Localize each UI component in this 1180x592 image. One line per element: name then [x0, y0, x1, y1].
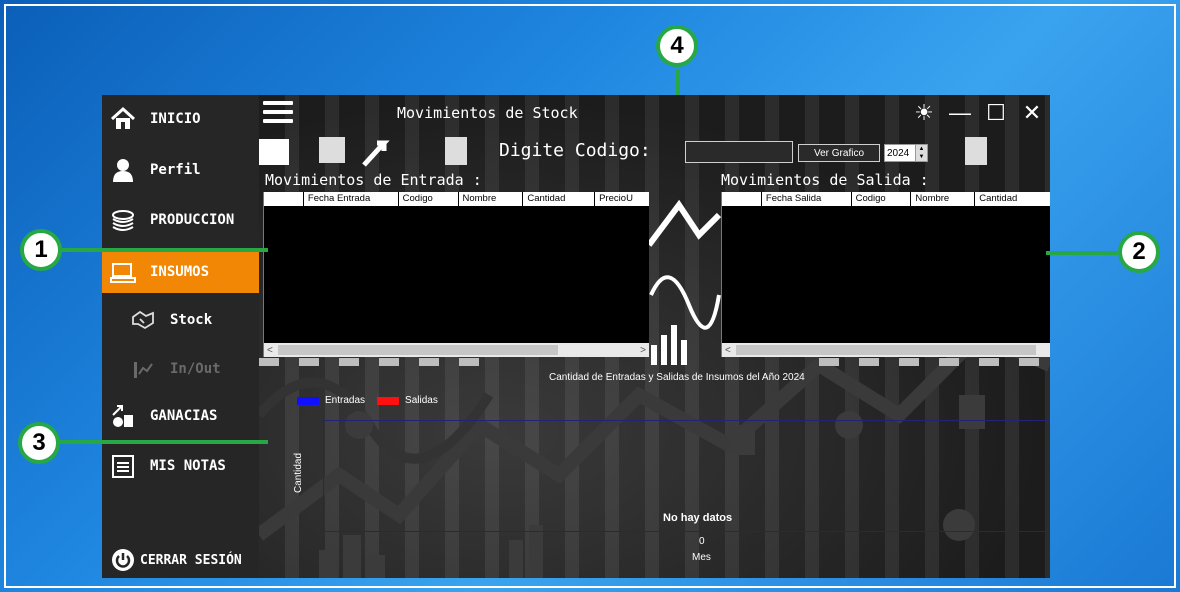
chart-empty-message: No hay datos	[663, 512, 733, 524]
sidebar-item-label: INICIO	[150, 111, 201, 127]
callout-3: 3	[18, 422, 60, 464]
sidebar-item-label: INSUMOS	[150, 264, 210, 280]
chart-x-tick: 0	[699, 536, 705, 547]
chart-y-axis-label: Cantidad	[293, 452, 304, 493]
callout-1-number: 1	[34, 236, 48, 263]
year-spinner[interactable]: 2024 ▲ ▼	[884, 144, 928, 162]
callout-1: 1	[20, 229, 62, 271]
chart-icon	[130, 356, 156, 382]
legend-label-entradas: Entradas	[325, 395, 366, 406]
logout-button[interactable]: CERRAR SESIÓN	[102, 539, 259, 578]
salida-title: Movimientos de Salida :	[721, 171, 929, 189]
sidebar-item-mis-notas[interactable]: MIS NOTAS	[102, 445, 259, 487]
minimize-icon[interactable]: —	[948, 101, 972, 125]
title-bar: Movimientos de Stock ☀ — ☐ ✕	[259, 95, 1050, 135]
scroll-left-icon[interactable]: <	[725, 345, 731, 356]
stack-icon	[110, 207, 136, 233]
salida-hscrollbar[interactable]: <	[722, 343, 1050, 357]
app-window: INICIO Perfil PRODUCCION INSUMOS Stock I…	[102, 95, 1050, 578]
legend-swatch-entradas	[297, 396, 319, 405]
legend-swatch-salidas	[377, 396, 400, 405]
close-icon[interactable]: ✕	[1020, 101, 1044, 125]
chart-title: Cantidad de Entradas y Salidas de Insumo…	[549, 372, 805, 383]
scroll-left-icon[interactable]: <	[267, 345, 273, 356]
sidebar-item-label: PRODUCCION	[150, 212, 235, 228]
column-header[interactable]: Cantidad	[975, 192, 1050, 206]
column-header[interactable]: Fecha Entrada	[304, 192, 399, 206]
legend-label-salidas: Salidas	[405, 395, 438, 406]
maximize-icon[interactable]: ☐	[984, 101, 1008, 125]
row-header-cell	[722, 192, 762, 206]
brightness-icon[interactable]: ☀	[912, 101, 936, 125]
scroll-thumb[interactable]	[278, 345, 558, 355]
power-icon	[110, 547, 136, 573]
main-panel: Movimientos de Stock ☀ — ☐ ✕ Digite Codi…	[259, 95, 1050, 578]
sidebar-item-perfil[interactable]: Perfil	[102, 149, 259, 191]
scroll-right-icon[interactable]: >	[640, 345, 646, 356]
entrada-hscrollbar[interactable]: < >	[264, 343, 649, 357]
column-header[interactable]: Nombre	[911, 192, 976, 206]
salida-grid[interactable]: Fecha Salida Codigo Nombre Cantidad <	[721, 192, 1050, 357]
hamburger-menu-icon[interactable]	[263, 101, 293, 125]
sidebar: INICIO Perfil PRODUCCION INSUMOS Stock I…	[102, 95, 259, 578]
sidebar-item-label: In/Out	[170, 361, 221, 377]
year-value: 2024	[887, 147, 910, 159]
sidebar-item-label: MIS NOTAS	[150, 458, 226, 474]
logout-label: CERRAR SESIÓN	[140, 552, 242, 568]
column-header[interactable]: PrecioU	[595, 192, 649, 206]
sidebar-item-inicio[interactable]: INICIO	[102, 98, 259, 140]
chart-x-axis-label: Mes	[692, 552, 711, 563]
codigo-label: Digite Codigo:	[499, 140, 651, 161]
spinner-arrows-icon[interactable]: ▲ ▼	[915, 145, 927, 161]
sidebar-item-inout[interactable]: In/Out	[102, 348, 259, 390]
column-header[interactable]: Nombre	[459, 192, 524, 206]
callout-4-number: 4	[670, 32, 684, 59]
home-icon	[110, 106, 136, 132]
salida-grid-header: Fecha Salida Codigo Nombre Cantidad	[722, 192, 1050, 206]
column-header[interactable]: Codigo	[399, 192, 459, 206]
sidebar-item-ganancias[interactable]: GANACIAS	[102, 395, 259, 437]
column-header[interactable]: Fecha Salida	[762, 192, 852, 206]
codigo-input[interactable]	[685, 141, 793, 163]
sidebar-item-label: GANACIAS	[150, 408, 218, 424]
callout-3-line	[60, 440, 268, 444]
user-icon	[110, 157, 136, 183]
notepad-icon	[110, 453, 136, 479]
window-controls: ☀ — ☐ ✕	[912, 101, 1044, 125]
chart-legend: Entradas Salidas	[297, 395, 438, 406]
ver-grafico-button[interactable]: Ver Grafico	[798, 144, 880, 162]
entrada-title: Movimientos de Entrada :	[265, 171, 482, 189]
money-growth-icon	[110, 403, 136, 429]
callout-3-number: 3	[32, 429, 46, 456]
sidebar-item-produccion[interactable]: PRODUCCION	[102, 199, 259, 241]
callout-2-number: 2	[1132, 238, 1146, 265]
callout-1-line	[62, 248, 268, 252]
sidebar-item-label: Stock	[170, 312, 213, 328]
sidebar-item-label: Perfil	[150, 162, 201, 178]
column-header[interactable]: Codigo	[852, 192, 912, 206]
handshake-icon	[130, 307, 156, 333]
callout-2-line	[1046, 251, 1118, 255]
entrada-grid-header: Fecha Entrada Codigo Nombre Cantidad Pre…	[264, 192, 649, 206]
row-header-cell	[264, 192, 304, 206]
callout-4: 4	[656, 25, 698, 67]
window-title: Movimientos de Stock	[397, 104, 578, 122]
sidebar-item-stock[interactable]: Stock	[102, 299, 259, 341]
entrada-grid[interactable]: Fecha Entrada Codigo Nombre Cantidad Pre…	[263, 192, 649, 357]
callout-2: 2	[1118, 231, 1160, 273]
sewing-machine-icon	[110, 259, 136, 285]
sidebar-item-insumos[interactable]: INSUMOS	[102, 251, 259, 293]
column-header[interactable]: Cantidad	[523, 192, 596, 206]
scroll-thumb[interactable]	[736, 345, 1036, 355]
